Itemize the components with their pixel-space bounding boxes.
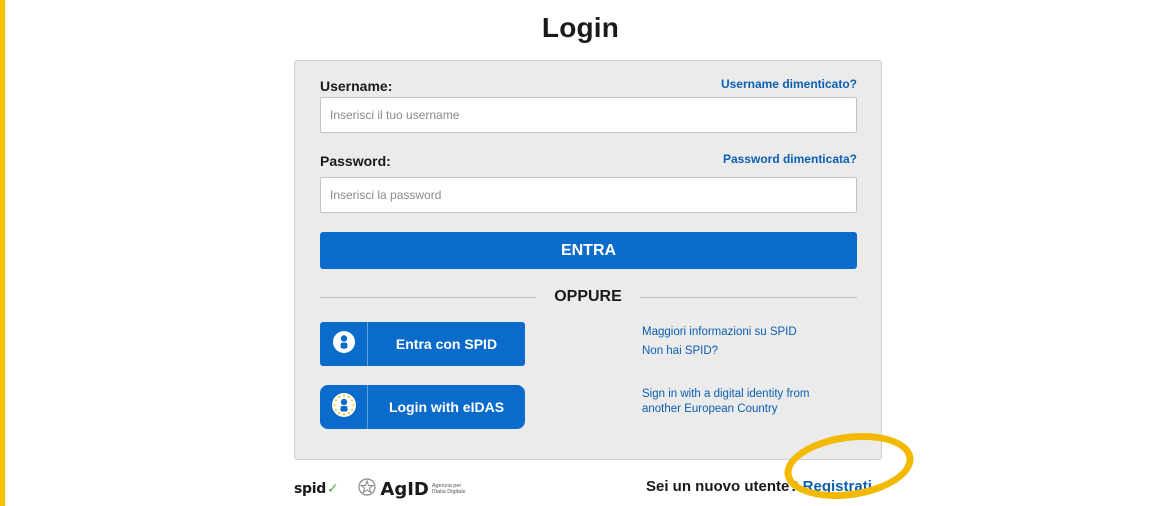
- no-spid-link[interactable]: Non hai SPID?: [642, 344, 718, 359]
- password-input[interactable]: [320, 177, 857, 213]
- eidas-button-label: Login with eIDAS: [388, 399, 505, 415]
- registrati-link[interactable]: Registrati: [803, 478, 872, 495]
- eu-stars-user-icon: [331, 392, 356, 422]
- agid-emblem-icon: [358, 477, 377, 501]
- agid-logo-text: AgID: [380, 478, 429, 500]
- left-accent-bar: [0, 0, 5, 506]
- signup-prompt: Sei un nuovo utente?: [646, 478, 799, 495]
- username-input[interactable]: [320, 97, 857, 133]
- signup-prompt-row: Sei un nuovo utente? Registrati: [646, 478, 872, 495]
- spid-info-link[interactable]: Maggiori informazioni su SPID: [642, 325, 797, 340]
- spid-button-label: Entra con SPID: [395, 336, 498, 352]
- password-forgot-link[interactable]: Password dimenticata?: [723, 152, 857, 166]
- eidas-icon-cell: [320, 385, 368, 429]
- separator-line-right: [640, 297, 857, 298]
- username-label: Username:: [320, 78, 393, 94]
- eidas-info-link[interactable]: Sign in with a digital identity from ano…: [642, 387, 842, 417]
- login-card: Username: Username dimenticato? Password…: [294, 60, 882, 460]
- separator-line-left: [320, 297, 536, 298]
- separator-label: OPPURE: [554, 288, 622, 305]
- spid-icon-cell: [320, 322, 368, 366]
- footer-logos: spid✓ AgID Agenzia per l'Italia Digitale: [294, 477, 472, 501]
- spid-logo-text: spid: [294, 481, 326, 497]
- username-forgot-link[interactable]: Username dimenticato?: [721, 77, 857, 91]
- spid-logo: spid✓: [294, 481, 339, 497]
- spid-login-button[interactable]: Entra con SPID: [320, 322, 525, 366]
- agid-logo-subtext: Agenzia per l'Italia Digitale: [431, 483, 466, 495]
- entra-button[interactable]: ENTRA: [320, 232, 857, 269]
- password-label: Password:: [320, 153, 391, 169]
- user-circle-icon: [332, 330, 355, 358]
- agid-logo: AgID Agenzia per l'Italia Digitale: [358, 477, 471, 501]
- check-icon: ✓: [326, 481, 339, 497]
- page-title: Login: [541, 12, 620, 43]
- eidas-login-button[interactable]: Login with eIDAS: [320, 385, 525, 429]
